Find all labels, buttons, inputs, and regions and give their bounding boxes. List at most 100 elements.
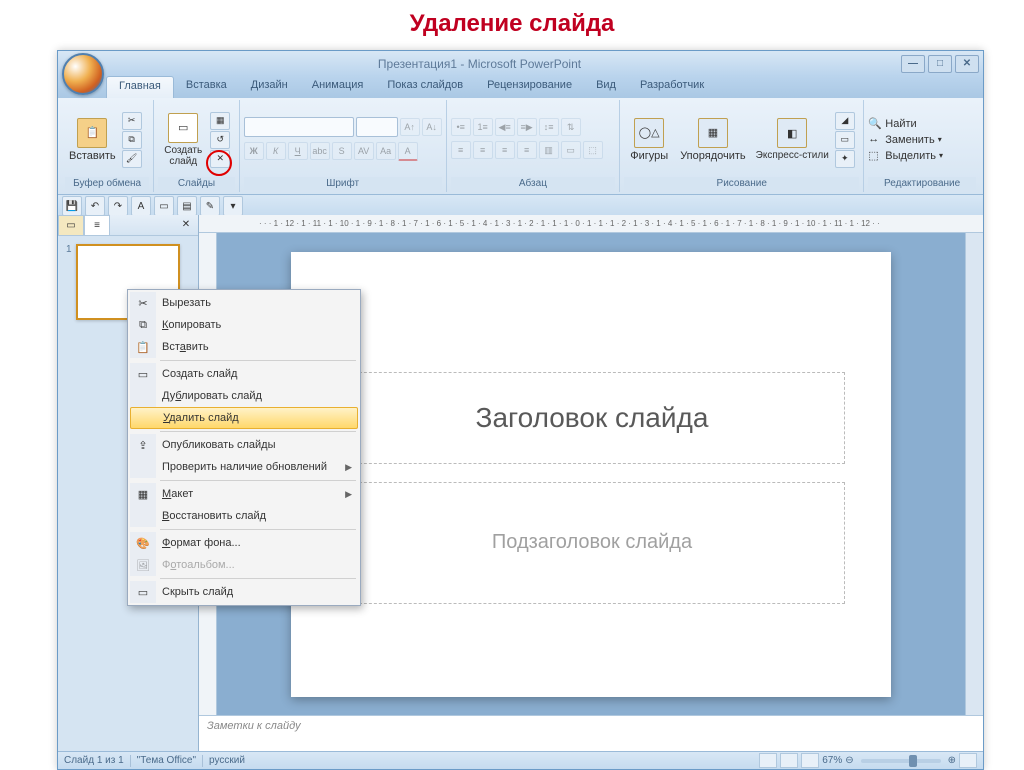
minimize-button[interactable]: —	[901, 55, 925, 73]
zoom-value[interactable]: 67%	[822, 755, 842, 766]
styles-label: Экспресс-стили	[756, 150, 829, 161]
replace-button[interactable]: ↔Заменить▾	[868, 133, 941, 147]
select-button[interactable]: ⬚Выделить▾	[868, 149, 943, 163]
tab-developer[interactable]: Разработчик	[628, 76, 716, 98]
shrink-font-button[interactable]: A↓	[422, 118, 442, 136]
qat-btn8[interactable]: ▾	[223, 196, 243, 216]
columns-button[interactable]: ▥	[539, 141, 559, 159]
shape-effects-button[interactable]: ✦	[835, 150, 855, 168]
arrange-button[interactable]: ▦ Упорядочить	[676, 116, 749, 164]
ctx-check-updates[interactable]: Проверить наличие обновлений▶	[130, 456, 358, 478]
thumbnails-tab[interactable]: ▭	[58, 215, 84, 236]
shapes-button[interactable]: ◯△ Фигуры	[624, 116, 674, 164]
panel-close-button[interactable]: ✕	[174, 215, 198, 234]
line-spacing-button[interactable]: ↕≡	[539, 118, 559, 136]
ctx-hide-slide[interactable]: ▭Скрыть слайд	[130, 581, 358, 603]
zoom-slider[interactable]	[861, 759, 941, 763]
ctx-copy[interactable]: ⧉Копировать	[130, 314, 358, 336]
ctx-format-bg[interactable]: 🎨Формат фона...	[130, 532, 358, 554]
view-slideshow-button[interactable]	[801, 753, 819, 768]
smartart-button[interactable]: ⬚	[583, 141, 603, 159]
text-direction-button[interactable]: ⇅	[561, 118, 581, 136]
bullets-button[interactable]: •≡	[451, 118, 471, 136]
paste-button[interactable]: 📋 Вставить	[65, 116, 120, 164]
align-right-button[interactable]: ≡	[495, 141, 515, 159]
ctx-duplicate[interactable]: Дублировать слайд	[130, 385, 358, 407]
tab-design[interactable]: Дизайн	[239, 76, 300, 98]
fit-button[interactable]	[959, 753, 977, 768]
justify-button[interactable]: ≡	[517, 141, 537, 159]
numbering-button[interactable]: 1≡	[473, 118, 493, 136]
qat-undo-button[interactable]: ↶	[85, 196, 105, 216]
maximize-button[interactable]: □	[928, 55, 952, 73]
font-name-combo[interactable]	[244, 117, 354, 137]
ctx-publish[interactable]: ⇪Опубликовать слайды	[130, 434, 358, 456]
ctx-cut[interactable]: ✂Вырезать	[130, 292, 358, 314]
grow-font-button[interactable]: A↑	[400, 118, 420, 136]
align-center-button[interactable]: ≡	[473, 141, 493, 159]
italic-button[interactable]: К	[266, 142, 286, 160]
tab-slideshow[interactable]: Показ слайдов	[375, 76, 475, 98]
qat-btn6[interactable]: ▤	[177, 196, 197, 216]
format-painter-button[interactable]: 🖌	[122, 150, 142, 168]
tab-home[interactable]: Главная	[106, 76, 174, 98]
qat-save-button[interactable]: 💾	[62, 196, 82, 216]
font-color-button[interactable]: A	[398, 142, 418, 161]
new-slide-icon: ▭	[168, 113, 198, 143]
vertical-scrollbar[interactable]	[965, 233, 983, 715]
underline-button[interactable]: Ч	[288, 142, 308, 160]
outline-tab[interactable]: ≡	[84, 215, 110, 236]
tab-insert[interactable]: Вставка	[174, 76, 239, 98]
notes-pane[interactable]: Заметки к слайду	[199, 715, 983, 752]
copy-button[interactable]: ⧉	[122, 131, 142, 149]
qat-btn4[interactable]: A	[131, 196, 151, 216]
decrease-indent-button[interactable]: ◀≡	[495, 118, 515, 136]
format-bg-icon: 🎨	[136, 537, 150, 550]
qat-btn7[interactable]: ✎	[200, 196, 220, 216]
reset-button[interactable]: ↺	[210, 131, 230, 149]
shape-fill-button[interactable]: ◢	[835, 112, 855, 130]
increase-indent-button[interactable]: ≡▶	[517, 118, 537, 136]
align-left-button[interactable]: ≡	[451, 141, 471, 159]
office-button[interactable]	[62, 53, 104, 95]
ctx-paste[interactable]: 📋Вставить	[130, 336, 358, 358]
new-slide-button[interactable]: ▭ Создать слайд	[158, 111, 208, 169]
ctx-new-slide[interactable]: ▭Создать слайд	[130, 363, 358, 385]
layout-button[interactable]: ▦	[210, 112, 230, 130]
font-size-combo[interactable]	[356, 117, 398, 137]
ctx-reset[interactable]: Восстановить слайд	[130, 505, 358, 527]
tab-animation[interactable]: Анимация	[300, 76, 376, 98]
shapes-label: Фигуры	[630, 150, 668, 162]
qat-btn5[interactable]: ▭	[154, 196, 174, 216]
zoom-in-button[interactable]: ⊕	[948, 755, 956, 766]
zoom-out-button[interactable]: ⊖	[845, 755, 853, 766]
find-icon: 🔍	[868, 117, 882, 131]
tab-view[interactable]: Вид	[584, 76, 628, 98]
group-drawing-label: Рисование	[624, 177, 859, 190]
status-theme: "Тема Office"	[137, 755, 196, 766]
ctx-layout[interactable]: ▦Макет▶	[130, 483, 358, 505]
align-text-button[interactable]: ▭	[561, 141, 581, 159]
status-language[interactable]: русский	[209, 755, 245, 766]
shape-outline-button[interactable]: ▭	[835, 131, 855, 149]
strike-button[interactable]: abc	[310, 142, 330, 160]
close-button[interactable]: ✕	[955, 55, 979, 73]
replace-label: Заменить	[885, 134, 934, 146]
subtitle-placeholder[interactable]: Подзаголовок слайда	[339, 482, 845, 604]
horizontal-ruler: · · · 1 · 12 · 1 · 11 · 1 · 10 · 1 · 9 ·…	[199, 215, 983, 233]
change-case-button[interactable]: Aa	[376, 142, 396, 160]
title-placeholder[interactable]: Заголовок слайда	[339, 372, 845, 464]
new-slide-label: Создать слайд	[164, 145, 202, 167]
char-spacing-button[interactable]: AV	[354, 142, 374, 160]
shadow-button[interactable]: S	[332, 142, 352, 160]
view-normal-button[interactable]	[759, 753, 777, 768]
bold-button[interactable]: Ж	[244, 142, 264, 160]
cut-button[interactable]: ✂	[122, 112, 142, 130]
find-button[interactable]: 🔍Найти	[868, 117, 916, 131]
ctx-delete-slide[interactable]: Удалить слайд	[130, 407, 358, 429]
view-sorter-button[interactable]	[780, 753, 798, 768]
quick-styles-button[interactable]: ◧ Экспресс-стили	[752, 116, 833, 163]
qat-redo-button[interactable]: ↷	[108, 196, 128, 216]
tab-review[interactable]: Рецензирование	[475, 76, 584, 98]
shapes-icon: ◯△	[634, 118, 664, 148]
